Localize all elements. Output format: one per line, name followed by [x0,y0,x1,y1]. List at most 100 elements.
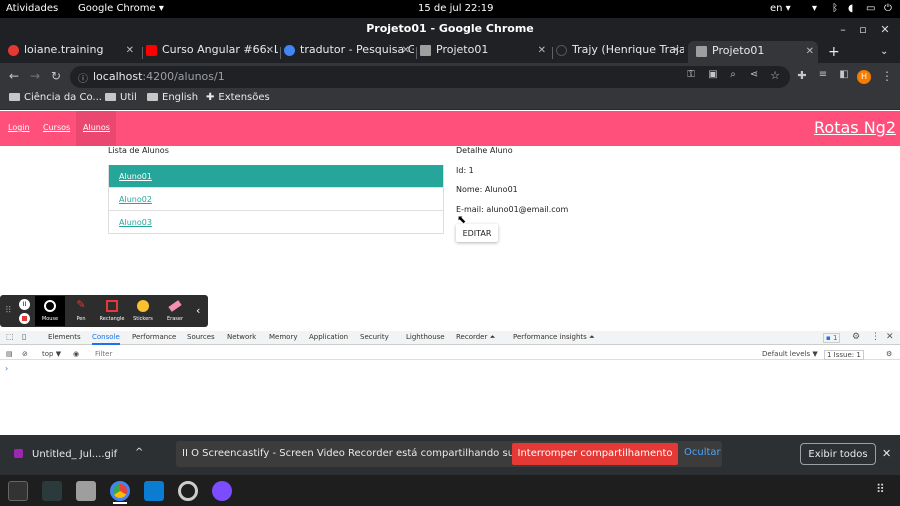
files-icon[interactable] [76,481,96,501]
devtools-tab-memory[interactable]: Memory [269,333,297,341]
tab-tradutor[interactable]: tradutor - Pesquisa G ✕ [284,43,414,63]
side-panel-icon[interactable]: ◧ [837,69,851,80]
devtools-tab-performance[interactable]: Performance [132,333,176,341]
tab-search-icon[interactable]: ⌄ [880,46,888,57]
app-menu[interactable]: Google Chrome ▾ [78,3,164,14]
devtools-tab-sources[interactable]: Sources [187,333,215,341]
key-icon[interactable]: ⚿ [684,69,698,80]
issues-badge[interactable]: ▪ 1 [823,333,841,343]
bookmark-ciencia[interactable]: Ciência da Co... [9,92,102,103]
chrome-icon[interactable] [110,481,130,501]
tool-mouse[interactable]: Mouse [35,296,65,326]
download-options-icon[interactable]: ^ [135,447,143,458]
close-window-icon[interactable]: ✕ [878,23,892,36]
devtools-tab-performance-insights[interactable]: Performance insights ⏶ [513,333,595,342]
forward-icon[interactable]: → [28,69,42,83]
console-prompt[interactable]: › [5,364,8,373]
pause-icon[interactable]: II [19,299,30,310]
tool-eraser[interactable]: Eraser [160,296,190,326]
reload-icon[interactable]: ↻ [49,69,63,83]
back-icon[interactable]: ← [7,69,21,83]
devtools-menu-icon[interactable]: ⋮ [871,332,880,342]
bookmark-star-icon[interactable]: ☆ [768,69,782,82]
media-icon[interactable]: ≡ [816,69,830,80]
stop-record-button[interactable] [19,313,30,324]
tab-loiane[interactable]: loiane.training ✕ [8,43,138,63]
log-levels-dropdown[interactable]: Default levels ▼ [762,350,818,358]
devtools-tab-application[interactable]: Application [309,333,348,341]
app-grid-icon[interactable]: ⠿ [876,482,885,496]
devtools-tab-lighthouse[interactable]: Lighthouse [406,333,445,341]
power-icon[interactable]: ⏻ [884,3,892,14]
issues-link[interactable]: 1 Issue: 1 [824,350,864,360]
system-monitor-icon[interactable] [42,481,62,501]
hide-button[interactable]: Ocultar [684,447,721,458]
close-tab-icon[interactable]: ✕ [806,46,814,57]
battery-icon[interactable]: ▭ [866,3,875,14]
close-tab-icon[interactable]: ✕ [402,45,410,56]
bookmark-util[interactable]: Util [105,92,137,103]
devtools-tab-network[interactable]: Network [227,333,256,341]
bluetooth-icon[interactable]: ᛒ [832,3,838,14]
close-tab-icon[interactable]: ✕ [672,45,680,56]
share-icon[interactable]: ⋖ [747,69,761,80]
nav-login[interactable]: Login [8,123,30,132]
close-tab-icon[interactable]: ✕ [266,45,274,56]
clear-console-icon[interactable]: ⊘ [22,350,28,358]
student-item-aluno03[interactable]: Aluno03 [109,211,443,234]
language-selector[interactable]: en ▾ [770,3,791,14]
extensions-icon[interactable]: ✚ [795,69,809,82]
tool-pen[interactable]: ✎ Pen [66,296,96,326]
close-download-bar-icon[interactable]: ✕ [882,447,891,460]
devtools-tab-security[interactable]: Security [360,333,389,341]
volume-icon[interactable]: ◖ [848,3,853,14]
close-tab-icon[interactable]: ✕ [538,45,546,56]
chrome-menu-icon[interactable]: ⋮ [880,69,894,83]
context-selector[interactable]: top ▼ [42,350,61,358]
console-settings-icon[interactable]: ⚙ [886,350,892,358]
tab-projeto01-active[interactable]: Projeto01 ✕ [688,41,818,64]
new-tab-button[interactable]: + [828,44,840,60]
eye-icon[interactable]: ◉ [73,350,79,358]
stop-sharing-button[interactable]: Interromper compartilhamento [512,443,678,465]
close-tab-icon[interactable]: ✕ [126,45,134,56]
devtools-settings-icon[interactable]: ⚙ [852,332,860,342]
devtools-tab-elements[interactable]: Elements [48,333,81,341]
brand-link[interactable]: Rotas Ng2 [814,118,896,137]
device-toolbar-icon[interactable]: ▯ [22,332,26,341]
student-item-aluno02[interactable]: Aluno02 [109,188,443,211]
devtools-tab-recorder[interactable]: Recorder ⏶ [456,333,495,342]
collapse-toolbar-icon[interactable]: ‹ [196,304,200,317]
download-file-name[interactable]: Untitled_ Jul....gif [32,449,117,460]
tab-curso-angular[interactable]: Curso Angular #66: L ✕ [146,43,278,63]
tool-stickers[interactable]: Stickers [128,296,158,326]
student-item-aluno01[interactable]: Aluno01 [109,165,443,188]
tab-trajy[interactable]: Trajy (Henrique Traja ✕ [556,43,684,63]
inspect-icon[interactable]: ⬚ [6,332,14,341]
devtools-tab-console[interactable]: Console [92,333,120,345]
devtools-close-icon[interactable]: ✕ [886,332,894,342]
minimize-icon[interactable]: – [836,23,850,36]
zoom-icon[interactable]: ⌕ [726,69,740,80]
activities-button[interactable]: Atividades [6,3,58,14]
bookmark-extensoes[interactable]: ✚ Extensões [206,92,270,103]
console-filter-input[interactable]: Filter [95,350,112,358]
nav-alunos[interactable]: Alunos [83,123,110,132]
url-text[interactable]: localhost:4200/alunos/1 [93,70,225,83]
clock[interactable]: 15 de jul 22:19 [418,3,493,14]
bookmark-english[interactable]: English [147,92,198,103]
maximize-icon[interactable]: ▫ [856,23,870,36]
settings-app-icon[interactable] [178,481,198,501]
edit-button[interactable]: EDITAR [456,224,498,242]
sidebar-toggle-icon[interactable]: ▤ [6,350,13,358]
translate-icon[interactable]: ▣ [706,69,720,80]
tab-projeto01[interactable]: Projeto01 ✕ [420,43,550,63]
wifi-icon[interactable]: ▾ [812,3,817,14]
show-all-downloads-button[interactable]: Exibir todos [800,443,876,465]
terminal-icon[interactable] [8,481,28,501]
nav-cursos[interactable]: Cursos [43,123,70,132]
drag-handle-icon[interactable]: ⠿ [5,306,12,316]
profile-avatar[interactable]: H [857,70,871,84]
site-info-icon[interactable]: ⓘ [78,70,88,85]
github-desktop-icon[interactable] [212,481,232,501]
